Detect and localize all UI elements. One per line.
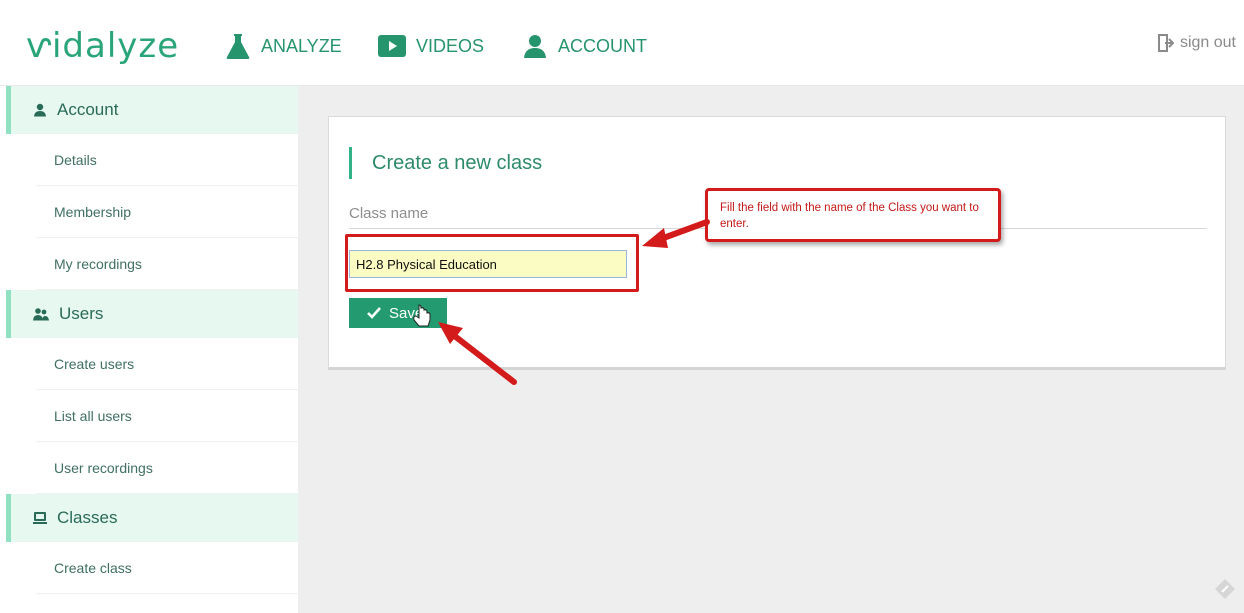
nav-account-label: ACCOUNT <box>558 35 647 56</box>
sidebar-item-details[interactable]: Details <box>36 134 298 186</box>
sign-out-label: sign out <box>1179 34 1236 51</box>
sidebar-item-list-all-users[interactable]: List all users <box>36 390 298 442</box>
users-icon <box>33 308 49 321</box>
sign-out-icon <box>1157 34 1174 52</box>
page-title: Create a new class <box>349 147 542 179</box>
sidebar-item-user-recordings[interactable]: User recordings <box>36 442 298 494</box>
sidebar-section-users[interactable]: Users <box>6 290 298 338</box>
nav-analyze-label: ANALYZE <box>261 35 342 56</box>
sidebar-section-label: Account <box>57 100 119 119</box>
sidebar-item-create-users[interactable]: Create users <box>36 338 298 390</box>
sidebar-section-label: Classes <box>57 508 118 527</box>
create-class-card: Create a new class Class name Save <box>328 116 1226 370</box>
nav-account[interactable]: ACCOUNT <box>522 30 647 62</box>
app-logo[interactable]: ⱱidalyze <box>26 26 179 66</box>
save-button-label: Save <box>389 304 424 322</box>
top-header: ⱱidalyze ANALYZE VIDEOS ACCOUNT sign out <box>0 0 1244 86</box>
nav-analyze[interactable]: ANALYZE <box>225 30 342 62</box>
checkmark-icon <box>367 307 381 319</box>
sidebar-item-create-class[interactable]: Create class <box>36 542 298 594</box>
class-name-input[interactable] <box>349 250 627 278</box>
sidebar-item-membership[interactable]: Membership <box>36 186 298 238</box>
flask-icon <box>226 34 250 59</box>
user-icon <box>524 35 546 58</box>
save-button[interactable]: Save <box>349 298 447 328</box>
sidebar-section-classes[interactable]: Classes <box>6 494 298 542</box>
sidebar-item-my-recordings[interactable]: My recordings <box>36 238 298 290</box>
sign-out-link[interactable]: sign out <box>1157 34 1236 52</box>
sidebar-section-account[interactable]: Account <box>6 86 298 134</box>
annotation-callout: Fill the field with the name of the Clas… <box>705 188 1001 242</box>
user-icon <box>34 103 46 117</box>
main-content: Create a new class Class name Save <box>298 86 1244 613</box>
classes-icon <box>33 512 47 524</box>
nav-videos[interactable]: VIDEOS <box>378 30 484 62</box>
sidebar: Account Details Membership My recordings… <box>6 86 298 613</box>
video-play-icon <box>378 35 406 57</box>
edit-diamond-icon[interactable] <box>1214 578 1236 605</box>
sidebar-section-label: Users <box>59 304 104 323</box>
class-name-label: Class name <box>349 205 429 222</box>
nav-videos-label: VIDEOS <box>416 35 485 56</box>
